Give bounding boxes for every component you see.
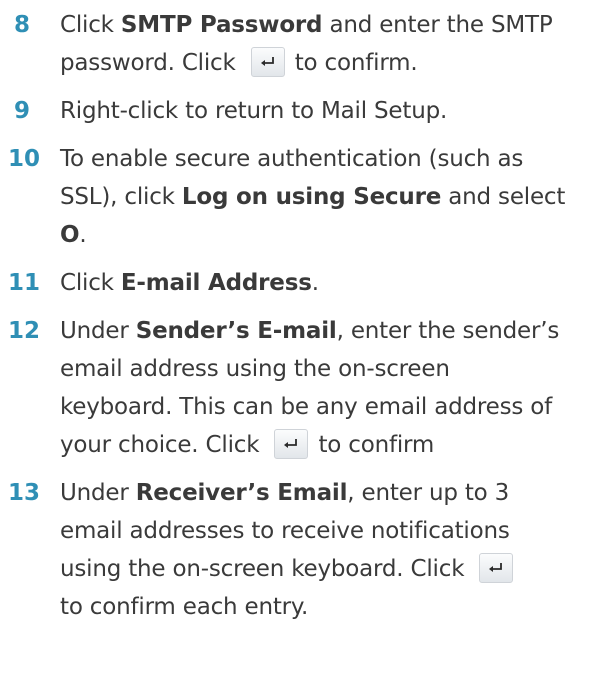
step-line: password. Click to confirm. (60, 44, 605, 82)
ui-term: SMTP Password (120, 12, 323, 38)
step-line: SSL), click Log on using Secure and sele… (60, 184, 566, 210)
step-number: 10 (8, 146, 41, 172)
ui-term: Sender’s E-mail (135, 318, 337, 344)
step-line: Click SMTP Password and enter the SMTP (60, 12, 553, 38)
step-number: 11 (8, 270, 41, 296)
step-line: email addresses to receive notifications (60, 518, 510, 544)
step-line: Under Sender’s E-mail, enter the sender’… (60, 318, 560, 344)
step-line: Under Receiver’s Email, enter up to 3 (60, 480, 510, 506)
step-text: Click E-mail Address. (60, 264, 605, 302)
enter-icon (250, 47, 285, 77)
step-line: Right-click to return to Mail Setup. (60, 98, 448, 124)
step-line: email address using the on-screen (60, 356, 450, 382)
step-text: Right-click to return to Mail Setup. (60, 92, 605, 130)
enter-icon (479, 553, 514, 583)
step-line: to confirm each entry. (60, 594, 309, 620)
step-text: Under Sender’s E-mail, enter the sender’… (60, 312, 605, 464)
step-line: To enable secure authentication (such as (60, 146, 524, 172)
step-line: using the on-screen keyboard. Click (60, 550, 605, 588)
step-number: 8 (14, 12, 31, 38)
step-text: Under Receiver’s Email, enter up to 3 ema… (60, 474, 605, 626)
step-number: 13 (8, 480, 41, 506)
step-number: 9 (14, 98, 31, 124)
step-line: Click E-mail Address. (60, 270, 319, 296)
step-line: O. (60, 222, 87, 248)
step-number: 12 (8, 318, 41, 344)
step-line: keyboard. This can be any email address … (60, 394, 553, 420)
enter-icon (274, 429, 309, 459)
ui-term: Receiver’s Email (135, 480, 348, 506)
ui-term: Log on using Secure (181, 184, 442, 210)
ui-term: E-mail Address (120, 270, 312, 296)
step-text: To enable secure authentication (such as… (60, 140, 605, 254)
step-text: Click SMTP Password and enter the SMTP p… (60, 6, 605, 82)
ui-term: O (60, 222, 80, 248)
step-line: your choice. Click to confirm (60, 426, 605, 464)
